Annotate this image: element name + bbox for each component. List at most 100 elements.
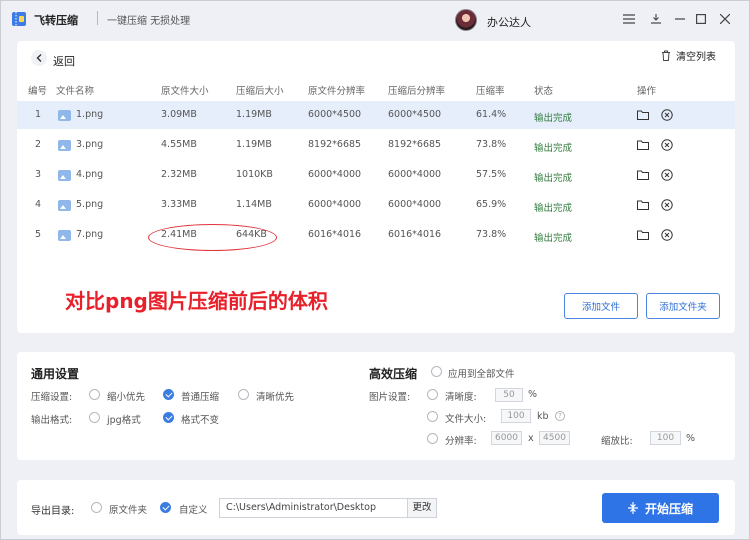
image-setting-label: 图片设置: <box>369 392 411 403</box>
open-folder-icon[interactable] <box>637 170 649 180</box>
option-shrink-priority[interactable]: 缩小优先 <box>107 389 145 403</box>
remove-icon[interactable] <box>661 169 673 181</box>
open-folder-icon[interactable] <box>637 140 649 150</box>
remove-icon[interactable] <box>661 109 673 121</box>
trash-icon <box>662 50 670 61</box>
resolution-width-input[interactable]: 6000 <box>491 431 522 445</box>
file-size-label: 文件大小: <box>445 414 487 425</box>
radio-normal-compress[interactable] <box>163 389 174 400</box>
row-new-res: 6000*4000 <box>388 199 442 210</box>
minus-icon <box>675 18 685 20</box>
row-ratio: 73.8% <box>476 229 507 240</box>
radio-file-size[interactable] <box>427 411 438 422</box>
remove-icon[interactable] <box>661 199 673 211</box>
radio-resolution[interactable] <box>427 433 438 444</box>
table-row[interactable]: 1 1.png 3.09MB 1.19MB 6000*4500 6000*450… <box>17 101 735 129</box>
compress-arrows-icon <box>627 502 638 514</box>
open-folder-icon[interactable] <box>637 230 649 240</box>
apply-all-checkbox[interactable] <box>431 366 442 377</box>
minimize-icon <box>651 14 661 24</box>
option-keep-format[interactable]: 格式不变 <box>181 412 219 426</box>
resolution-height-input[interactable]: 4500 <box>539 431 570 445</box>
radio-original-folder[interactable] <box>91 502 102 513</box>
scale-input[interactable]: 100 <box>650 431 681 445</box>
minimize-button[interactable] <box>672 11 688 27</box>
row-new-size: 1010KB <box>236 169 273 180</box>
row-file-name: 4.png <box>76 169 104 180</box>
maximize-icon <box>696 14 706 24</box>
compress-setting-label: 压缩设置: <box>31 392 73 403</box>
table-row[interactable]: 3 4.png 2.32MB 1010KB 6000*4000 6000*400… <box>17 161 735 189</box>
radio-clarity[interactable] <box>427 389 438 400</box>
general-settings-title: 通用设置 <box>31 367 80 381</box>
change-path-button[interactable]: 更改 <box>407 498 437 518</box>
row-orig-res: 6000*4500 <box>308 109 362 120</box>
open-folder-icon[interactable] <box>637 200 649 210</box>
option-normal-compress[interactable]: 普通压缩 <box>181 389 219 403</box>
row-ratio: 61.4% <box>476 109 507 120</box>
row-file-name: 3.png <box>76 139 104 150</box>
row-id: 2 <box>35 139 42 150</box>
option-clarity-priority[interactable]: 清晰优先 <box>256 389 294 403</box>
output-path-field[interactable]: C:\Users\Administrator\Desktop <box>219 498 407 518</box>
radio-custom-folder[interactable] <box>160 502 171 513</box>
row-orig-res: 6000*4000 <box>308 199 362 210</box>
apply-all-label[interactable]: 应用到全部文件 <box>448 366 515 380</box>
option-custom-folder[interactable]: 自定义 <box>179 502 208 516</box>
title-divider <box>97 11 98 25</box>
image-thumbnail-icon <box>58 200 71 211</box>
radio-jpg-format[interactable] <box>89 412 100 423</box>
table-row[interactable]: 5 7.png 2.41MB 644KB 6016*4016 6016*4016… <box>17 221 735 249</box>
back-button[interactable] <box>31 50 47 66</box>
back-label[interactable]: 返回 <box>53 53 75 69</box>
option-jpg-format[interactable]: jpg格式 <box>107 412 141 426</box>
start-compress-label: 开始压缩 <box>644 501 693 516</box>
clarity-unit: % <box>528 389 538 400</box>
clarity-input[interactable]: 50 <box>495 388 523 402</box>
row-status: 输出完成 <box>534 173 573 184</box>
row-status: 输出完成 <box>534 233 573 244</box>
menu-button[interactable] <box>621 11 637 27</box>
output-panel: 导出目录: 原文件夹 自定义 C:\Users\Administrator\De… <box>17 480 735 535</box>
minimize-to-tray-button[interactable] <box>648 11 664 27</box>
row-status: 输出完成 <box>534 113 573 124</box>
close-button[interactable] <box>717 11 733 27</box>
settings-panel: 通用设置 压缩设置: 缩小优先 普通压缩 清晰优先 输出格式: jpg格式 格式… <box>17 352 735 460</box>
image-thumbnail-icon <box>58 170 71 181</box>
col-header-new-res: 压缩后分辨率 <box>388 86 446 97</box>
row-id: 1 <box>35 109 42 120</box>
clear-list-button[interactable]: 清空列表 <box>661 48 716 63</box>
table-row[interactable]: 2 3.png 4.55MB 1.19MB 8192*6685 8192*668… <box>17 131 735 159</box>
row-orig-size: 2.32MB <box>161 169 197 180</box>
col-header-orig-res: 原文件分辨率 <box>308 86 366 97</box>
maximize-button[interactable] <box>693 11 709 27</box>
open-folder-icon[interactable] <box>637 110 649 120</box>
avatar[interactable] <box>455 9 477 31</box>
remove-icon[interactable] <box>661 229 673 241</box>
file-size-input[interactable]: 100 <box>501 409 531 423</box>
row-new-res: 6000*4500 <box>388 109 442 120</box>
start-compress-button[interactable]: 开始压缩 <box>602 493 719 523</box>
export-dir-label: 导出目录: <box>31 506 75 517</box>
user-name[interactable]: 办公达人 <box>487 14 531 30</box>
image-thumbnail-icon <box>58 230 71 241</box>
add-file-button[interactable]: 添加文件 <box>564 293 638 319</box>
row-file-name: 5.png <box>76 199 104 210</box>
row-orig-res: 8192*6685 <box>308 139 362 150</box>
remove-icon[interactable] <box>661 139 673 151</box>
col-header-actions: 操作 <box>637 86 657 97</box>
radio-shrink-priority[interactable] <box>89 389 100 400</box>
help-icon[interactable]: ? <box>555 411 565 421</box>
col-header-ratio: 压缩率 <box>476 86 505 97</box>
row-ratio: 57.5% <box>476 169 507 180</box>
add-folder-button[interactable]: 添加文件夹 <box>646 293 720 319</box>
table-row[interactable]: 4 5.png 3.33MB 1.14MB 6000*4000 6000*400… <box>17 191 735 219</box>
annotation-caption: 对比png图片压缩前后的体积 <box>65 289 328 313</box>
col-header-orig-size: 原文件大小 <box>161 86 209 97</box>
title-bar: 飞转压缩 一键压缩 无损处理 办公达人 <box>1 1 749 37</box>
file-list-panel: 返回 清空列表 编号 文件名称 原文件大小 压缩后大小 原文件分辨率 压缩后分辨… <box>17 41 735 333</box>
radio-keep-format[interactable] <box>163 412 174 423</box>
close-icon <box>720 14 730 24</box>
radio-clarity-priority[interactable] <box>238 389 249 400</box>
option-original-folder[interactable]: 原文件夹 <box>109 502 147 516</box>
